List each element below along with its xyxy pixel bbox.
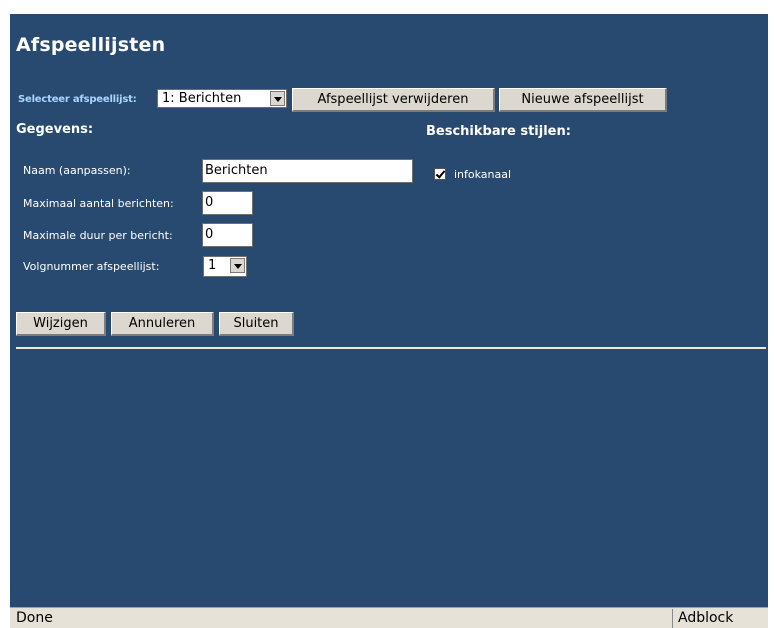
chevron-down-icon[interactable] [270,91,285,106]
adblock-status[interactable]: Adblock [678,610,733,626]
name-field[interactable]: Berichten [202,159,413,183]
checkbox-checked-icon[interactable] [434,168,446,180]
styles-heading: Beschikbare stijlen: [426,124,571,139]
chevron-down-icon[interactable] [230,258,245,273]
delete-playlist-button[interactable]: Afspeellijst verwijderen [292,88,495,112]
style-item-label: infokanaal [454,168,512,181]
max-messages-label: Maximaal aantal berichten: [23,197,174,210]
page-title: Afspeellijsten [16,34,166,56]
cancel-button[interactable]: Annuleren [111,312,214,336]
playlist-panel: Afspeellijsten Selecteer afspeellijst: 1… [10,14,768,607]
max-duration-label: Maximale duur per bericht: [23,229,173,242]
playlist-select[interactable]: 1: Berichten [157,89,287,108]
max-messages-field[interactable]: 0 [202,191,253,215]
close-button[interactable]: Sluiten [219,312,294,336]
playlist-select-value: 1: Berichten [162,91,242,106]
status-text: Done [16,610,53,626]
name-label: Naam (aanpassen): [23,164,131,177]
new-playlist-button[interactable]: Nieuwe afspeellijst [499,88,667,112]
max-duration-field[interactable]: 0 [202,223,253,247]
change-button[interactable]: Wijzigen [16,312,106,336]
order-select[interactable]: 1 [203,256,247,277]
order-label: Volgnummer afspeellijst: [23,260,160,273]
order-select-value: 1 [208,258,217,273]
status-separator [672,609,673,628]
status-bar: Done Adblock [10,607,768,628]
divider [16,347,766,349]
playlist-select-label: Selecteer afspeellijst: [18,94,137,105]
details-heading: Gegevens: [16,122,94,137]
